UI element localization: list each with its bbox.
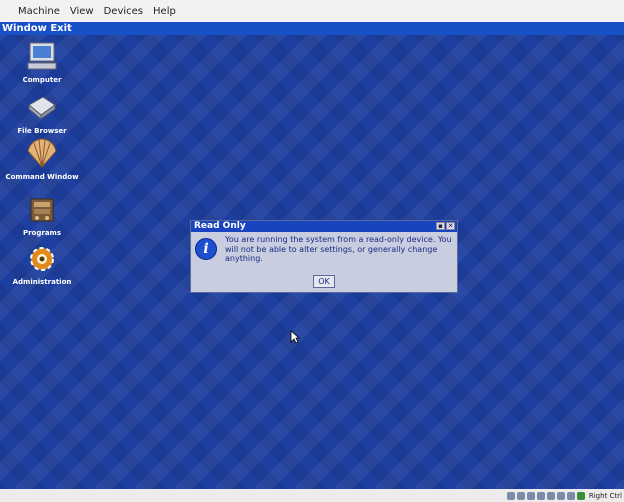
mouse-integration-icon[interactable]: [566, 491, 575, 500]
info-icon: i: [195, 238, 217, 260]
desktop-icon-file-browser[interactable]: File Browser: [0, 91, 84, 135]
guest-desktop[interactable]: Window Exit Computer File Browser Comman…: [0, 22, 624, 489]
file-browser-icon: [28, 96, 56, 121]
shell-icon: [27, 138, 57, 168]
usb-icon[interactable]: [526, 491, 535, 500]
desktop-icon-label: Programs: [22, 229, 62, 237]
dialog-minimize-button[interactable]: ▪: [436, 222, 445, 230]
administration-icon: [30, 247, 54, 271]
host-key-icon: [576, 491, 585, 500]
menu-view[interactable]: View: [70, 6, 94, 17]
dialog-titlebar[interactable]: Read Only ▪ ✕: [191, 221, 457, 232]
ok-button[interactable]: OK: [313, 275, 335, 288]
desktop-icon-label: Command Window: [5, 173, 79, 181]
desktop-icon-label: File Browser: [17, 127, 67, 135]
host-key-label: Right Ctrl: [588, 491, 622, 500]
desktop-icon-label: Computer: [22, 76, 62, 84]
desktop-icon-command-window[interactable]: Command Window: [0, 137, 84, 181]
shared-folder-icon[interactable]: [546, 491, 555, 500]
desktop-icon-computer[interactable]: Computer: [0, 40, 84, 84]
dialog-message: You are running the system from a read-o…: [225, 235, 452, 263]
optical-drive-icon[interactable]: [516, 491, 525, 500]
desktop-icon-programs[interactable]: Programs: [0, 193, 84, 237]
vm-menubar: Machine View Devices Help: [0, 0, 624, 22]
desktop-icon-label: Administration: [12, 278, 72, 286]
programs-icon: [30, 198, 54, 222]
display-icon[interactable]: [556, 491, 565, 500]
vm-statusbar: Right Ctrl: [0, 489, 624, 502]
mouse-pointer-icon: [290, 330, 300, 344]
menu-devices[interactable]: Devices: [104, 6, 143, 17]
network-icon[interactable]: [536, 491, 545, 500]
computer-icon: [27, 42, 57, 70]
dialog-title: Read Only: [194, 221, 246, 231]
desktop-icon-administration[interactable]: Administration: [0, 242, 84, 286]
menu-machine[interactable]: Machine: [18, 6, 60, 17]
hard-disk-icon[interactable]: [506, 491, 515, 500]
window-exit-title[interactable]: Window Exit: [0, 22, 624, 35]
menu-help[interactable]: Help: [153, 6, 176, 17]
dialog-close-button[interactable]: ✕: [446, 222, 455, 230]
read-only-dialog: Read Only ▪ ✕ i You are running the syst…: [190, 220, 458, 293]
